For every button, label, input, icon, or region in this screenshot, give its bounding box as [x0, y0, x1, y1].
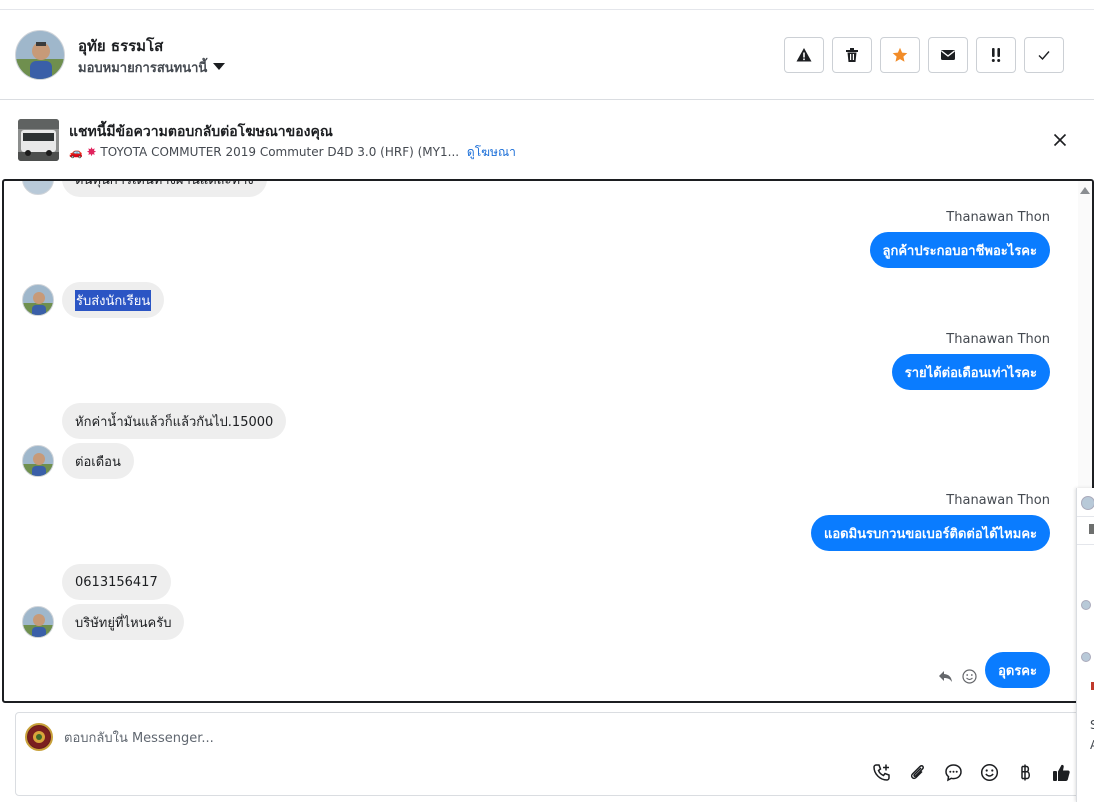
double-exclamation-icon: [991, 48, 1001, 62]
sender-name: Thanawan Thon: [946, 210, 1050, 225]
peek-letter-a: A: [1090, 738, 1094, 752]
ad-product-text: TOYOTA COMMUTER 2019 Commuter D4D 3.0 (H…: [100, 145, 460, 159]
call-add-icon: [873, 764, 890, 781]
header-actions: [784, 37, 1064, 73]
composer-tools: [872, 763, 1071, 782]
message-bubble-outgoing[interactable]: แอดมินรบกวนขอเบอร์ติดต่อได้ไหมคะ: [810, 515, 1050, 551]
message-composer: [15, 712, 1081, 796]
message-bubble-incoming[interactable]: ต้นทุนการเดินทางผ่านแต่ละทาง: [62, 181, 267, 197]
contact-avatar-small: [22, 284, 54, 316]
message-bubble-outgoing[interactable]: รายได้ต่อเดือนเท่าไรคะ: [891, 354, 1050, 390]
peek-thumbnail: [1089, 524, 1094, 534]
sender-name: Thanawan Thon: [946, 493, 1050, 508]
message-bubble-incoming[interactable]: รับส่งนักเรียน: [62, 282, 165, 318]
message-bubble-outgoing[interactable]: อุดรคะ: [985, 652, 1050, 688]
attachment-icon: [910, 765, 924, 780]
scroll-up-arrow-icon[interactable]: [1080, 187, 1090, 194]
emoji-icon: [980, 763, 999, 782]
message-bubble-incoming[interactable]: หักค่าน้ำมันแล้วก็แล้วกันไป.15000: [62, 403, 287, 439]
spam-button[interactable]: [784, 37, 824, 73]
peek-divider: [1077, 516, 1094, 517]
baht-icon: [1021, 764, 1030, 781]
call-add-button[interactable]: [872, 763, 891, 782]
peek-avatar: [1081, 652, 1091, 662]
assign-conversation-dropdown[interactable]: มอบหมายการสนทนานี้: [78, 57, 226, 78]
contact-avatar[interactable]: [15, 30, 65, 80]
ad-banner-title: แชทนี้มีข้อความตอบกลับต่อโฆษณาของคุณ: [69, 124, 333, 140]
contact-avatar-small: [22, 606, 54, 638]
chat-bubble-icon: [945, 764, 962, 782]
emoji-button[interactable]: [980, 763, 999, 782]
react-button[interactable]: [960, 667, 978, 685]
delete-button[interactable]: [832, 37, 872, 73]
selected-text: รับส่งนักเรียน: [75, 289, 152, 311]
star-button[interactable]: [880, 37, 920, 73]
thumbs-up-icon: [1053, 764, 1070, 781]
like-button[interactable]: [1052, 763, 1071, 782]
saved-replies-button[interactable]: [944, 763, 963, 782]
contact-name: อุทัย ธรรมโส: [78, 37, 164, 55]
view-ad-link[interactable]: ดูโฆษณา: [467, 145, 516, 159]
peek-divider: [1077, 544, 1094, 545]
sparkle-emoji-icon: ✸: [86, 145, 97, 159]
car-emoji-icon: 🚗: [69, 146, 83, 159]
reply-button[interactable]: [936, 667, 954, 685]
assign-label: มอบหมายการสนทนานี้: [78, 61, 208, 76]
payment-button[interactable]: [1016, 763, 1035, 782]
peek-avatar: [1081, 496, 1094, 510]
message-bubble-incoming[interactable]: ต่อเดือน: [62, 443, 134, 479]
message-bubble-incoming[interactable]: บริษัทยู่ที่ไหนครับ: [62, 604, 185, 640]
contact-avatar-small: [22, 445, 54, 477]
chat-header: อุทัย ธรรมโส มอบหมายการสนทนานี้: [0, 10, 1094, 100]
page-avatar: [25, 723, 53, 751]
ad-thumbnail[interactable]: [18, 119, 59, 161]
follow-up-button[interactable]: [976, 37, 1016, 73]
message-thread[interactable]: ต้นทุนการเดินทางผ่านแต่ละทาง Thanawan Th…: [2, 179, 1094, 703]
reply-input[interactable]: [64, 727, 964, 749]
emoji-react-icon: [961, 668, 977, 684]
messenger-inbox-chat: อุทัย ธรรมโส มอบหมายการสนทนานี้ แชทนี้มี…: [0, 0, 1094, 802]
message-bubble-outgoing[interactable]: ลูกค้าประกอบอาชีพอะไรคะ: [869, 232, 1050, 268]
ad-banner-subtitle: 🚗 ✸ TOYOTA COMMUTER 2019 Commuter D4D 3.…: [69, 143, 516, 162]
peek-avatar: [1081, 600, 1091, 610]
mark-unread-button[interactable]: [928, 37, 968, 73]
trash-icon: [846, 48, 858, 62]
peek-letter-s: S: [1090, 718, 1094, 732]
envelope-icon: [941, 50, 955, 60]
mark-done-button[interactable]: [1024, 37, 1064, 73]
reply-icon: [938, 670, 952, 682]
contact-avatar-small: [22, 181, 54, 195]
star-icon: [892, 47, 908, 62]
caret-down-icon: [213, 63, 226, 70]
close-icon: [1053, 133, 1067, 147]
attach-button[interactable]: [908, 763, 927, 782]
message-hover-tools: [936, 667, 978, 685]
close-banner-button[interactable]: [1048, 128, 1072, 152]
ad-reply-banner: แชทนี้มีข้อความตอบกลับต่อโฆษณาของคุณ 🚗 ✸…: [0, 100, 1094, 180]
message-bubble-incoming[interactable]: 0613156417: [62, 564, 171, 600]
sender-name: Thanawan Thon: [946, 332, 1050, 347]
warning-icon: [796, 48, 812, 62]
side-panel-peek[interactable]: S A: [1076, 488, 1094, 802]
checkmark-icon: [1038, 51, 1050, 61]
